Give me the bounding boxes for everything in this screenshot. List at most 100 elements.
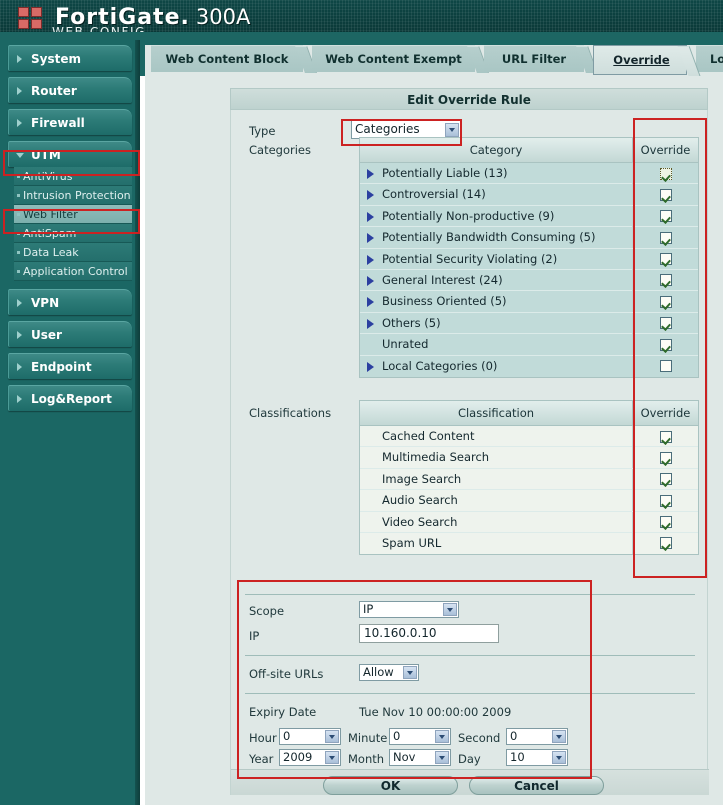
day-select[interactable]: 10	[506, 749, 568, 766]
sidebar-item-intrusion-protection[interactable]: Intrusion Protection	[14, 186, 132, 205]
offsite-urls-label: Off-site URLs	[249, 667, 324, 681]
override-cell[interactable]	[632, 355, 698, 377]
table-row[interactable]: Video Search	[360, 511, 698, 533]
table-row[interactable]: General Interest (24)	[360, 269, 698, 292]
override-checkbox[interactable]	[659, 338, 672, 351]
second-select[interactable]: 0	[506, 728, 568, 745]
chevron-down-icon	[443, 603, 457, 616]
override-cell[interactable]	[632, 163, 698, 184]
override-cell[interactable]	[632, 426, 698, 447]
override-cell[interactable]	[632, 447, 698, 469]
override-checkbox[interactable]	[659, 295, 672, 308]
table-row[interactable]: Potentially Non-productive (9)	[360, 205, 698, 228]
override-cell[interactable]	[632, 334, 698, 356]
tab-local-categories[interactable]: Loc	[696, 45, 723, 72]
override-checkbox[interactable]	[659, 494, 672, 507]
scope-select[interactable]: IP	[359, 601, 459, 618]
table-row[interactable]: Potentially Bandwidth Consuming (5)	[360, 227, 698, 249]
sidebar-item-endpoint-control[interactable]: Endpoint Control	[8, 353, 132, 400]
sidebar-item-log-report[interactable]: Log&Report	[8, 385, 132, 411]
panel-body: Type Categories Categories Category Over…	[230, 110, 709, 800]
categories-table: Category Override Potentially Liable (13…	[359, 137, 699, 378]
sidebar-item-web-filter[interactable]: Web Filter	[14, 205, 132, 224]
sidebar-item-label-vpn: VPN	[31, 296, 60, 310]
month-label: Month	[348, 752, 385, 766]
override-checkbox[interactable]	[659, 430, 672, 443]
classifications-label: Classifications	[249, 406, 332, 420]
table-row[interactable]: Others (5)	[360, 312, 698, 335]
year-select[interactable]: 2009	[279, 749, 341, 766]
sidebar-item-antispam[interactable]: AntiSpam	[14, 224, 132, 243]
override-cell[interactable]	[632, 269, 698, 291]
tab-url-filter[interactable]: URL Filter	[484, 45, 598, 73]
offsite-urls-select[interactable]: Allow	[359, 664, 419, 681]
override-cell[interactable]	[632, 205, 698, 227]
table-row[interactable]: Cached Content	[360, 426, 698, 448]
bullet-icon	[17, 251, 20, 254]
classification-label: Multimedia Search	[382, 450, 490, 465]
sidebar-item-vpn[interactable]: VPN	[8, 289, 132, 315]
override-checkbox[interactable]	[659, 451, 672, 464]
override-cell[interactable]	[632, 468, 698, 490]
tab-label: Web Content Block	[165, 52, 289, 66]
override-checkbox[interactable]	[659, 317, 672, 330]
sidebar-item-utm[interactable]: UTM	[8, 141, 132, 167]
tab-web-content-exempt[interactable]: Web Content Exempt	[312, 45, 489, 73]
table-row[interactable]: Audio Search	[360, 490, 698, 512]
override-checkbox[interactable]	[659, 360, 672, 373]
table-row[interactable]: Local Categories (0)	[360, 355, 698, 377]
table-row[interactable]: Business Oriented (5)	[360, 291, 698, 313]
table-row[interactable]: Multimedia Search	[360, 447, 698, 469]
table-row[interactable]: Potentially Liable (13)	[360, 163, 698, 185]
override-checkbox[interactable]	[659, 167, 672, 180]
override-checkbox[interactable]	[659, 516, 672, 529]
minute-select[interactable]: 0	[389, 728, 451, 745]
hour-label: Hour	[249, 731, 277, 745]
categories-col-override: Override	[632, 138, 698, 162]
override-checkbox[interactable]	[659, 537, 672, 550]
content-area: Edit Override Rule Type Categories Categ…	[145, 76, 723, 805]
sidebar-item-router[interactable]: Router	[8, 77, 132, 103]
classifications-table: Classification Override Cached Content M…	[359, 400, 699, 556]
cancel-button[interactable]: Cancel	[469, 776, 604, 795]
override-checkbox[interactable]	[659, 231, 672, 244]
sidebar-item-data-leak-prevention[interactable]: Data Leak Prevention	[14, 243, 132, 278]
sidebar-item-user[interactable]: User	[8, 321, 132, 347]
override-cell[interactable]	[632, 511, 698, 533]
sidebar-item-firewall[interactable]: Firewall	[8, 109, 132, 135]
categories-label: Categories	[249, 143, 311, 157]
override-cell[interactable]	[632, 227, 698, 249]
sidebar-item-label-intrusion-protection: Intrusion Protection	[23, 189, 131, 202]
minute-select-value: 0	[393, 729, 401, 743]
offsite-urls-select-value: Allow	[363, 665, 394, 679]
sidebar-item-antivirus[interactable]: AntiVirus	[14, 167, 132, 186]
sidebar-item-system[interactable]: System	[8, 45, 132, 71]
month-select[interactable]: Nov	[389, 749, 451, 766]
second-label: Second	[458, 731, 501, 745]
sidebar-item-application-control[interactable]: Application Control	[14, 262, 132, 281]
tab-web-content-block[interactable]: Web Content Block	[151, 45, 317, 73]
override-checkbox[interactable]	[659, 210, 672, 223]
table-row[interactable]: Unrated	[360, 334, 698, 356]
override-cell[interactable]	[632, 532, 698, 554]
override-checkbox[interactable]	[659, 274, 672, 287]
override-cell[interactable]	[632, 291, 698, 313]
override-checkbox[interactable]	[659, 473, 672, 486]
override-cell[interactable]	[632, 184, 698, 206]
override-checkbox[interactable]	[659, 188, 672, 201]
tab-override[interactable]: Override	[593, 45, 701, 76]
override-cell[interactable]	[632, 490, 698, 512]
table-row[interactable]: Spam URL	[360, 532, 698, 555]
banner-bottom-strip	[0, 32, 723, 40]
chevron-right-icon	[17, 87, 22, 95]
override-cell[interactable]	[632, 248, 698, 270]
ok-button[interactable]: OK	[323, 776, 458, 795]
hour-select[interactable]: 0	[279, 728, 341, 745]
ip-input[interactable]: 10.160.0.10	[359, 624, 499, 643]
table-row[interactable]: Controversial (14)	[360, 184, 698, 206]
table-row[interactable]: Image Search	[360, 468, 698, 491]
table-row[interactable]: Potential Security Violating (2)	[360, 248, 698, 270]
classification-label: Audio Search	[382, 493, 458, 508]
override-cell[interactable]	[632, 312, 698, 334]
override-checkbox[interactable]	[659, 253, 672, 266]
